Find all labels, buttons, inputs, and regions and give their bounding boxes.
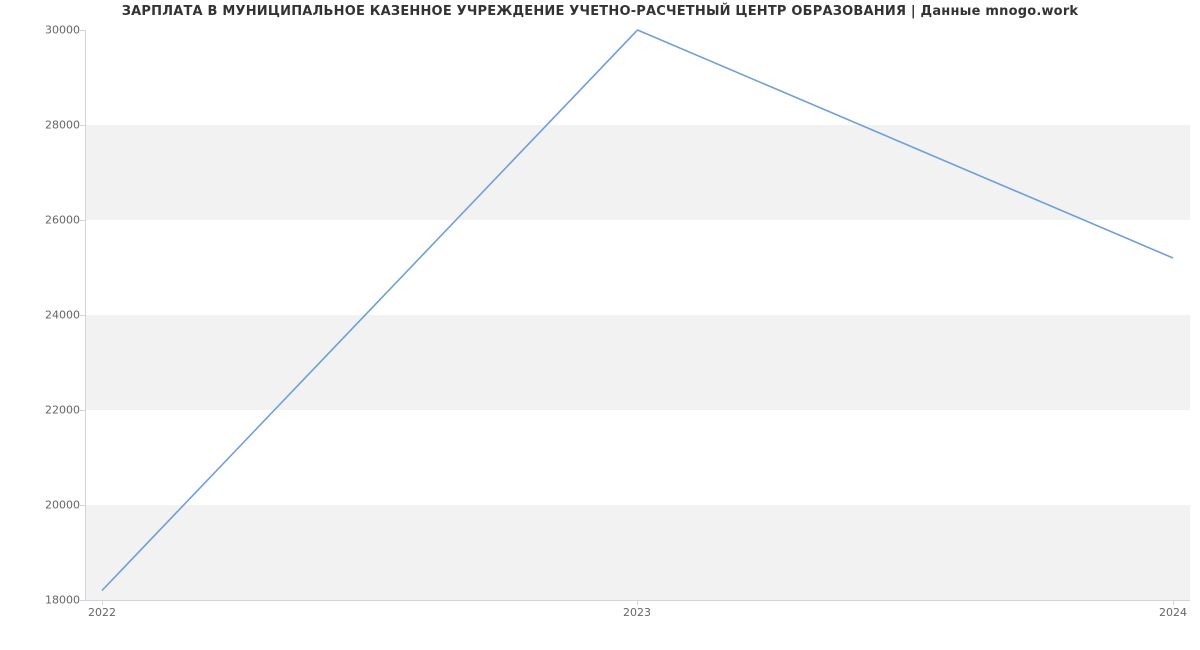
x-tick-mark: [1173, 600, 1174, 605]
y-tick-label: 22000: [10, 404, 80, 417]
y-tick-label: 20000: [10, 499, 80, 512]
x-tick-label: 2023: [623, 606, 651, 619]
y-tick-label: 28000: [10, 119, 80, 132]
y-tick-label: 30000: [10, 24, 80, 37]
salary-series-line: [102, 30, 1173, 591]
y-tick-label: 26000: [10, 214, 80, 227]
x-tick-mark: [637, 600, 638, 605]
x-tick-mark: [102, 600, 103, 605]
y-tick-label: 18000: [10, 594, 80, 607]
plot-area: [85, 30, 1190, 600]
series-line-layer: [85, 30, 1190, 600]
y-tick-mark: [80, 600, 85, 601]
x-tick-label: 2022: [88, 606, 116, 619]
salary-line-chart: ЗАРПЛАТА В МУНИЦИПАЛЬНОЕ КАЗЕННОЕ УЧРЕЖД…: [0, 0, 1200, 650]
chart-title: ЗАРПЛАТА В МУНИЦИПАЛЬНОЕ КАЗЕННОЕ УЧРЕЖД…: [0, 4, 1200, 19]
y-tick-label: 24000: [10, 309, 80, 322]
x-tick-label: 2024: [1159, 606, 1187, 619]
